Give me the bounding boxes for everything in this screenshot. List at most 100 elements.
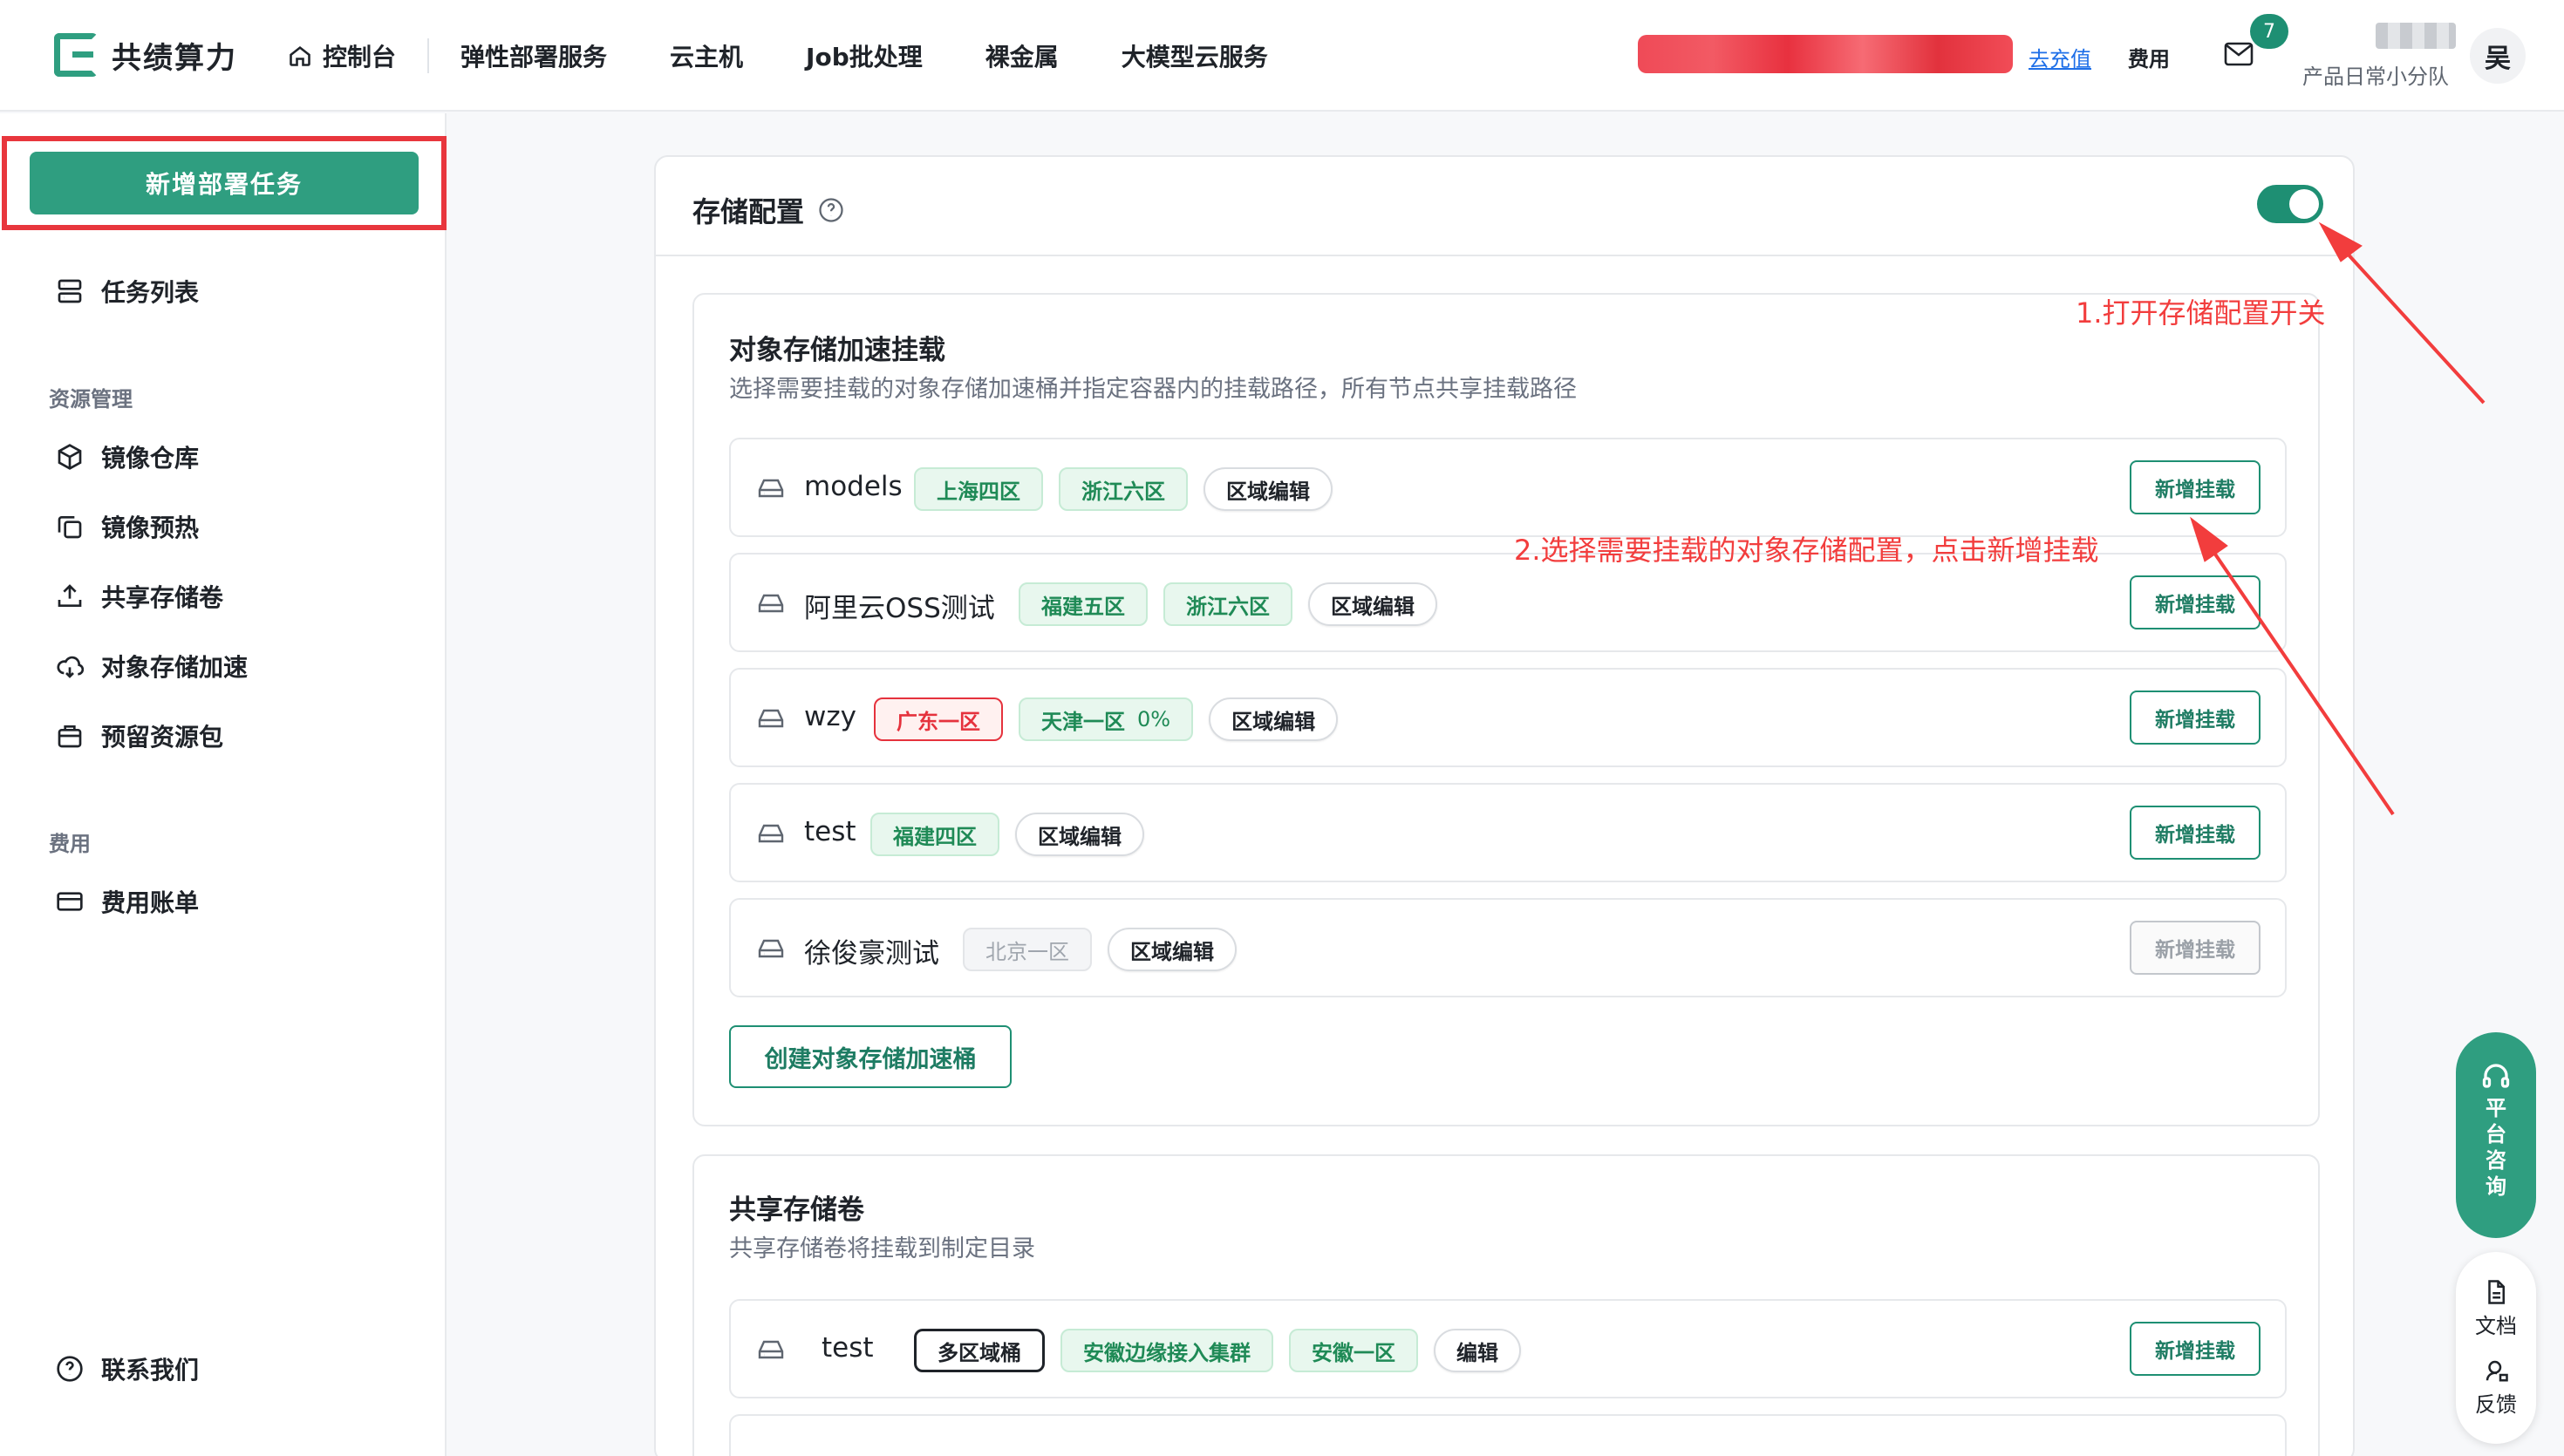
- region-tag: 上海四区: [914, 467, 1043, 511]
- region-edit-button[interactable]: 区域编辑: [1015, 813, 1144, 856]
- region-tag: 浙江六区: [1163, 582, 1292, 626]
- storage-config-card: 存储配置 对象存储加速挂载 选择需要挂载的对象存储加速桶并指定容器内的挂载路径，…: [654, 155, 2355, 1456]
- mail-icon[interactable]: [2224, 42, 2254, 66]
- sidebar: 新增部署任务 任务列表 资源管理 镜像仓库 镜像预热 共享存储卷 对象存储加速 …: [0, 113, 447, 1456]
- sidebar-item-reserved-pack[interactable]: 预留资源包: [56, 718, 223, 753]
- new-deploy-task-button[interactable]: 新增部署任务: [30, 152, 419, 214]
- bucket-row: test 福建四区 区域编辑 新增挂载: [729, 783, 2287, 882]
- redacted-username: [2376, 23, 2456, 49]
- volume-row: test 多区域桶 安徽边缘接入集群 安徽一区 编辑 新增挂载: [729, 1299, 2287, 1398]
- object-storage-section: 对象存储加速挂载 选择需要挂载的对象存储加速桶并指定容器内的挂载路径，所有节点共…: [692, 293, 2320, 1126]
- annotation-step1: 1.打开存储配置开关: [2076, 296, 2326, 330]
- consult-char: 平: [2486, 1096, 2506, 1120]
- nav-console-label: 控制台: [323, 43, 397, 71]
- bucket-name: 徐俊豪测试: [804, 938, 939, 970]
- sidebar-item-task-list[interactable]: 任务列表: [56, 274, 199, 309]
- create-bucket-button[interactable]: 创建对象存储加速桶: [729, 1025, 1012, 1088]
- region-edit-button[interactable]: 区域编辑: [1209, 697, 1339, 741]
- region-edit-button[interactable]: 区域编辑: [1308, 582, 1437, 626]
- nav-cloud-host[interactable]: 云主机: [638, 38, 774, 73]
- sidebar-item-label: 对象存储加速: [101, 653, 249, 682]
- add-mount-button[interactable]: 新增挂载: [2130, 691, 2261, 745]
- card-title: 存储配置: [692, 190, 844, 230]
- bucket-row: wzy 广东一区 天津一区 0% 区域编辑 新增挂载: [729, 668, 2287, 767]
- add-mount-button[interactable]: 新增挂载: [2130, 460, 2261, 514]
- document-icon: [2488, 1279, 2505, 1304]
- bucket-name: models: [804, 471, 903, 502]
- float-toolbar: 文档 反馈: [2456, 1252, 2536, 1444]
- volume-name: test: [822, 1332, 874, 1364]
- nav-llm-cloud[interactable]: 大模型云服务: [1090, 38, 1299, 73]
- avatar[interactable]: 吴: [2470, 28, 2526, 84]
- upload-tray-icon: [58, 584, 82, 607]
- logo[interactable]: 共绩算力: [54, 33, 237, 77]
- recharge-link[interactable]: 去充值: [2029, 42, 2091, 72]
- nav-elastic-deploy[interactable]: 弹性部署服务: [429, 38, 638, 73]
- fee-link[interactable]: 费用: [2128, 42, 2170, 72]
- headset-icon: [2482, 1064, 2510, 1088]
- storage-config-title: 存储配置: [692, 195, 805, 228]
- bucket-name: wzy: [804, 701, 856, 732]
- region-tag-label: 天津一区: [1041, 709, 1125, 734]
- region-edit-button[interactable]: 区域编辑: [1108, 928, 1237, 971]
- consult-char: 咨: [2486, 1148, 2506, 1173]
- cube-icon: [58, 444, 82, 470]
- add-mount-button[interactable]: 新增挂载: [2130, 575, 2261, 629]
- main-nav: 控制台 弹性部署服务 云主机 Job批处理 裸金属 大模型云服务: [288, 0, 1299, 112]
- sidebar-item-shared-volume[interactable]: 共享存储卷: [56, 579, 223, 614]
- region-tags: 广东一区 天津一区 0% 区域编辑: [874, 697, 1339, 741]
- section-desc: 选择需要挂载的对象存储加速桶并指定容器内的挂载路径，所有节点共享挂载路径: [729, 376, 1577, 403]
- home-icon: [290, 46, 310, 66]
- sidebar-item-label: 镜像仓库: [101, 444, 200, 473]
- question-icon[interactable]: [818, 197, 844, 223]
- consult-char: 询: [2486, 1174, 2506, 1199]
- region-tag: 天津一区 0%: [1019, 697, 1194, 741]
- sidebar-item-label: 费用账单: [101, 888, 200, 917]
- hard-drive-icon: [758, 1340, 784, 1359]
- region-edit-button[interactable]: 区域编辑: [1204, 467, 1333, 511]
- add-mount-button[interactable]: 新增挂载: [2130, 1322, 2261, 1376]
- hard-drive-icon: [758, 479, 784, 498]
- region-tag: 广东一区: [874, 697, 1003, 741]
- region-tag: 福建五区: [1019, 582, 1148, 626]
- hard-drive-icon: [758, 939, 784, 958]
- team-name[interactable]: 产品日常小分队: [2302, 59, 2449, 90]
- cloud-icon: [57, 656, 84, 678]
- annotation-step2: 2.选择需要挂载的对象存储配置，点击新增挂载: [1514, 534, 2099, 567]
- edit-button[interactable]: 编辑: [1434, 1329, 1521, 1372]
- feedback-button[interactable]: 反馈: [2475, 1357, 2517, 1418]
- sidebar-group-fee: 费用: [49, 832, 91, 856]
- region-tag: 安徽一区: [1289, 1329, 1418, 1372]
- region-tag: 北京一区: [963, 928, 1092, 971]
- volume-row-partial: [729, 1414, 2287, 1456]
- region-tags: 上海四区 浙江六区 区域编辑: [914, 467, 1333, 511]
- top-header: 共绩算力 控制台 弹性部署服务 云主机 Job批处理 裸金属 大模型云服务 去充…: [0, 0, 2564, 112]
- shared-volume-section: 共享存储卷 共享存储卷将挂载到制定目录 test 多区域桶 安徽边缘接入集群 安…: [692, 1154, 2320, 1456]
- hard-drive-icon: [758, 709, 784, 728]
- bucket-name: 阿里云OSS测试: [804, 593, 995, 624]
- add-mount-button[interactable]: 新增挂载: [2130, 806, 2261, 860]
- app-root: 共绩算力 控制台 弹性部署服务 云主机 Job批处理 裸金属 大模型云服务 去充…: [0, 0, 2564, 1456]
- card-header: 存储配置: [656, 157, 2353, 256]
- credit-card-icon: [57, 892, 83, 911]
- sidebar-item-label: 联系我们: [101, 1356, 200, 1385]
- volume-tags: 多区域桶 安徽边缘接入集群 安徽一区 编辑: [914, 1329, 1521, 1372]
- sidebar-item-label: 共享存储卷: [101, 583, 224, 612]
- platform-consult-button[interactable]: 平 台 咨 询: [2456, 1032, 2536, 1238]
- nav-console[interactable]: 控制台: [288, 38, 430, 73]
- bucket-name: test: [804, 816, 856, 847]
- nav-job-batch[interactable]: Job批处理: [774, 38, 954, 73]
- sidebar-item-object-accel[interactable]: 对象存储加速: [56, 649, 248, 684]
- sidebar-item-bill[interactable]: 费用账单: [56, 884, 199, 919]
- docs-button[interactable]: 文档: [2475, 1279, 2517, 1339]
- sidebar-item-contact[interactable]: 联系我们: [56, 1351, 199, 1386]
- redacted-balance: [1638, 35, 2013, 73]
- sidebar-item-image-registry[interactable]: 镜像仓库: [56, 439, 199, 474]
- bucket-row: 徐俊豪测试 北京一区 区域编辑 新增挂载: [729, 898, 2287, 997]
- sidebar-item-image-preheat[interactable]: 镜像预热: [56, 509, 199, 544]
- help-circle-icon: [57, 1356, 83, 1382]
- storage-config-toggle[interactable]: [2257, 185, 2323, 223]
- nav-bare-metal[interactable]: 裸金属: [954, 38, 1090, 73]
- region-tag: 浙江六区: [1059, 467, 1188, 511]
- region-tags: 北京一区 区域编辑: [963, 928, 1237, 971]
